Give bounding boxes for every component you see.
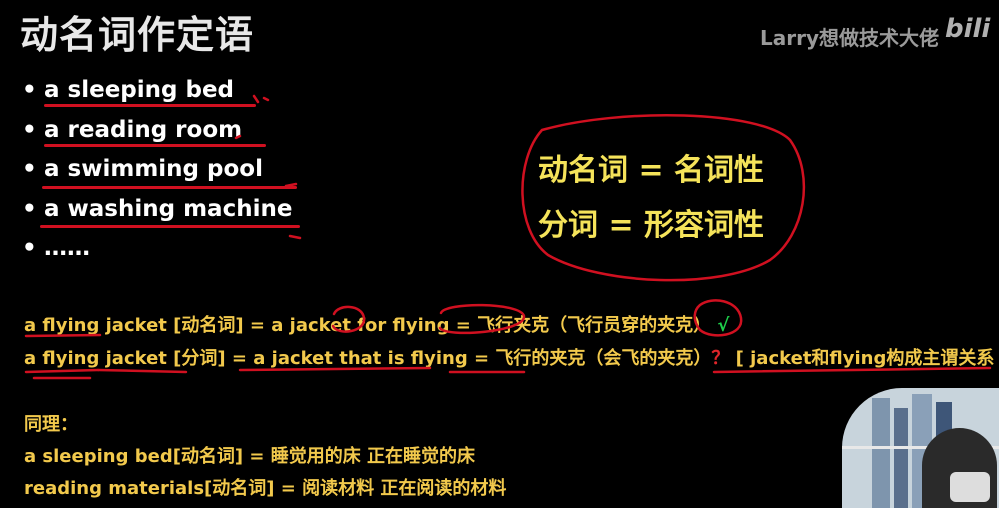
bullet-text: a sleeping bed — [44, 77, 235, 103]
relation-note: [ jacket和flying构成主谓关系 ] — [735, 348, 999, 369]
bullet-item: •…… — [22, 235, 90, 261]
example-text: a flying jacket [分词] = a jacket that is … — [24, 348, 712, 369]
bullet-item: • a reading room — [22, 114, 292, 154]
example-line-gerund: a flying jacket [动名词] = a jacket for fly… — [24, 311, 729, 337]
example-line-bed: a sleeping bed[动名词] = 睡觉用的床 正在睡觉的床 — [24, 446, 476, 467]
book-spine — [894, 408, 908, 508]
red-underline — [42, 186, 297, 189]
channel-watermark: Larry想做技术大佬 — [760, 26, 940, 50]
underline-line2a — [24, 368, 100, 380]
book-spine — [872, 398, 890, 508]
bullet-item: • a swimming pool — [22, 153, 297, 193]
red-underline — [44, 104, 256, 107]
face-mask — [950, 472, 990, 502]
example-line-materials: reading materials[动名词] = 阅读材料 正在阅读的材料 — [24, 478, 507, 499]
bullet-text: a swimming pool — [44, 156, 263, 182]
similarly-label: 同理： — [24, 414, 78, 435]
bullet-text: …… — [44, 235, 90, 261]
slide-title: 动名词作定语 — [20, 13, 255, 57]
bullet-item: • a washing machine — [22, 193, 300, 233]
claims-box: 动名词 = 名词性 分词 = 形容词性 — [538, 143, 764, 253]
red-underline — [44, 143, 266, 147]
bullet-list: • a sleeping bed • a reading room • a swimm… — [22, 74, 300, 272]
example-text: a flying jacket [动名词] = a jacket for fly… — [24, 315, 712, 336]
underline-line2b — [96, 368, 188, 374]
example-line-participle: a flying jacket [分词] = a jacket that is … — [24, 344, 999, 370]
question-mark: ？ — [711, 348, 730, 369]
bullet-text: a washing machine — [44, 195, 293, 222]
webcam-feed — [842, 388, 999, 508]
claim-participle: 分词 = 形容词性 — [538, 208, 765, 243]
check-mark-icon: √ — [717, 315, 730, 336]
red-underline — [40, 224, 300, 228]
bullet-text: a reading room — [44, 116, 243, 143]
bilibili-logo-icon: bili — [945, 14, 991, 44]
bullet-item: • a sleeping bed — [22, 74, 292, 114]
claim-gerund: 动名词 = 名词性 — [538, 153, 765, 188]
